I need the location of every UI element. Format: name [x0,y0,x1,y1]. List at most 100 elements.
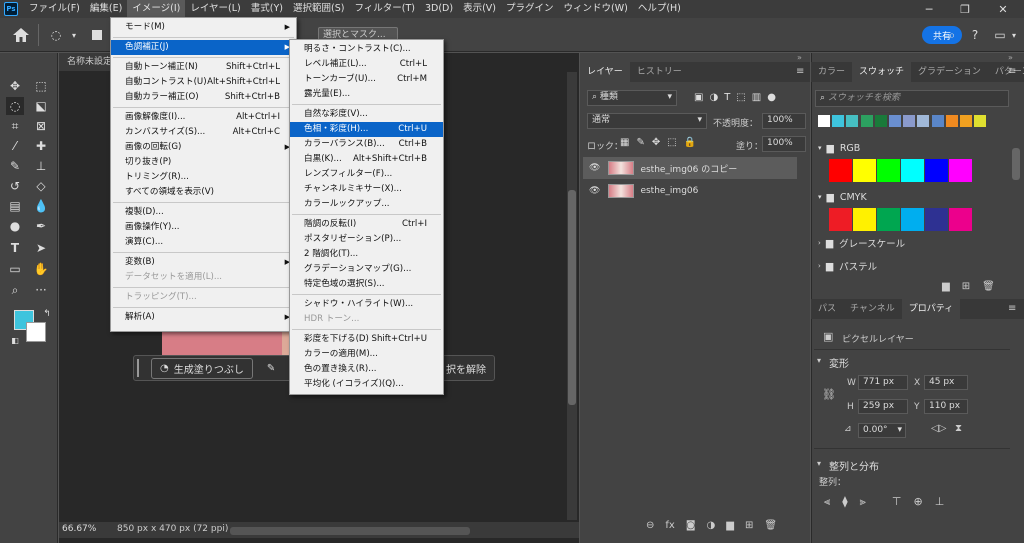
fx-icon[interactable]: fx [665,520,674,531]
align-middle-vertical-icon[interactable]: ⊕ [913,495,922,509]
minimize-button[interactable]: ─ [912,0,946,18]
color-swatch[interactable] [846,115,859,127]
rectangle-tool-icon[interactable]: ▭ [6,260,24,278]
trash-icon[interactable]: 🗑 [982,281,995,292]
search-icon[interactable]: ⌕ [944,27,960,43]
menu-item[interactable]: すべての領域を表示(V) [111,185,296,200]
filter-toggle-icon[interactable]: ● [767,92,776,103]
menu-item[interactable]: レンズフィルター(F)... [290,167,443,182]
menu-item[interactable]: カラールックアップ... [290,197,443,212]
zoom-tool-icon[interactable]: ⌕ [6,281,24,299]
collapse-panels-icon[interactable]: » [797,53,802,62]
new-swatch-icon[interactable]: ⊞ [962,281,970,292]
align-top-icon[interactable]: ⊤ [892,495,902,509]
menu-item[interactable]: トリミング(R)... [111,170,296,185]
menu-item[interactable]: 自動コントラスト(U) Alt+Shift+Ctrl+L [111,75,296,90]
menu-item[interactable]: 自動トーン補正(N) Shift+Ctrl+L [111,60,296,75]
new-layer-icon[interactable]: ⊞ [745,520,753,531]
menu-item[interactable]: 特定色域の選択(S)... [290,277,443,292]
menu-item[interactable]: ポスタリゼーション(P)... [290,232,443,247]
chevron-down-icon[interactable]: ▾ [817,459,821,468]
menu-item[interactable]: カンバスサイズ(S)... Alt+Ctrl+C [111,125,296,140]
lock-position-icon[interactable]: ✥ [652,137,660,148]
color-swatch[interactable] [853,159,876,182]
close-button[interactable]: ✕ [986,0,1020,18]
color-swatch[interactable] [903,115,916,127]
background-color-swatch[interactable] [26,322,46,342]
horizontal-scrollbar-thumb[interactable] [230,527,470,535]
lock-artboard-icon[interactable]: ⬚ [667,137,676,148]
menu-item[interactable]: チャンネルミキサー(X)... [290,182,443,197]
color-swatch[interactable] [832,115,845,127]
color-swatch[interactable] [949,159,972,182]
menu-item[interactable]: 色相・彩度(H)... Ctrl+U [290,122,443,137]
chevron-down-icon[interactable]: ▾ [817,356,821,365]
shape-filter-icon[interactable]: ⬚ [736,92,745,103]
color-swatch[interactable] [960,115,972,127]
menu-item[interactable]: 明るさ・コントラスト(C)... [290,42,443,57]
deselect-button[interactable]: 択を解除 [446,361,486,376]
mask-icon[interactable]: ◙ [686,520,696,531]
link-dimensions-icon[interactable]: ⛓ [822,388,836,401]
menu-item[interactable]: 解析(A) ▶ [111,310,296,325]
menu-item[interactable]: プラグイン [501,0,559,18]
menu-image[interactable]: イメージ(I) [127,0,186,18]
tab-history[interactable]: ヒストリー [630,62,689,82]
opacity-field[interactable]: 100% [762,113,806,129]
color-swatch[interactable] [889,115,901,127]
trash-icon[interactable]: 🗑 [764,520,777,531]
swatch-group-row[interactable]: › ▆ パステル [812,255,1012,277]
menu-item[interactable]: ファイル(F) [24,0,85,18]
chevron-down-icon[interactable]: ▾ [818,193,822,201]
move-tool-icon[interactable]: ✥ [6,77,24,95]
chevron-down-icon[interactable]: ▾ [66,27,82,43]
adjustment-layer-icon[interactable]: ◑ [707,520,716,531]
lasso-tool-icon[interactable]: ◌ [48,27,64,43]
object-select-tool-icon[interactable]: ⬕ [32,97,50,115]
default-colors-icon[interactable]: ◧ [6,331,24,349]
hand-tool-icon[interactable]: ✋ [32,260,50,278]
marquee-tool-icon[interactable]: ⬚ [32,77,50,95]
tab-patterns[interactable]: パターン [988,62,1024,82]
menu-item[interactable]: 2 階調化(T)... [290,247,443,262]
color-swatch[interactable] [925,208,948,231]
type-filter-icon[interactable]: T [724,92,730,103]
flip-horizontal-icon[interactable]: ◁▷ [931,423,946,434]
menu-item[interactable]: 彩度を下げる(D) Shift+Ctrl+U [290,332,443,347]
color-swatch[interactable] [877,208,900,231]
angle-field[interactable]: 0.00° ▾ [858,423,906,438]
stamp-tool-icon[interactable]: ⊥ [32,157,50,175]
menu-item[interactable]: ウィンドウ(W) [559,0,633,18]
crop-tool-icon[interactable]: ⌗ [6,117,24,135]
tab-paths[interactable]: パス [811,299,843,319]
zoom-level[interactable]: 66.67% [62,524,96,534]
color-swatch[interactable] [917,115,930,127]
color-swatch[interactable] [860,115,873,127]
menu-item[interactable]: 複製(D)... [111,205,296,220]
menu-item[interactable]: 編集(E) [85,0,127,18]
width-field[interactable]: 771 px [858,375,908,390]
menu-item[interactable]: 選択範囲(S) [288,0,349,18]
menu-item[interactable]: シャドウ・ハイライト(W)... [290,297,443,312]
menu-item[interactable]: 3D(D) [420,0,458,18]
help-icon[interactable]: ? [967,27,983,43]
menu-item[interactable]: レイヤー(L) [185,0,245,18]
adjustment-filter-icon[interactable]: ◑ [709,92,718,103]
layer-row[interactable]: 👁 esthe_img06 [583,180,797,202]
pen-tool-icon[interactable]: ✒ [32,217,50,235]
menu-item[interactable]: 書式(Y) [246,0,288,18]
color-swatch[interactable] [901,159,924,182]
panel-menu-icon[interactable]: ≡ [796,66,804,77]
menu-item[interactable]: 階調の反転(I) Ctrl+I [290,217,443,232]
menu-item[interactable]: 色調補正(J) ▶ [111,40,296,55]
color-swatch[interactable] [974,115,987,127]
drag-handle[interactable] [137,359,145,377]
menu-item[interactable]: 画像の回転(G) ▶ [111,140,296,155]
align-center-horizontal-icon[interactable]: ⧫ [842,495,847,509]
brush-tool-icon[interactable]: ✎ [6,157,24,175]
menu-item[interactable]: モード(M) ▶ [111,20,296,35]
swatch-group-row[interactable]: ▾ ▆ RGB [812,137,1012,159]
menu-item[interactable]: 変数(B) ▶ [111,255,296,270]
panel-menu-icon[interactable]: ≡ [1008,66,1016,77]
color-swatch[interactable] [853,208,876,231]
